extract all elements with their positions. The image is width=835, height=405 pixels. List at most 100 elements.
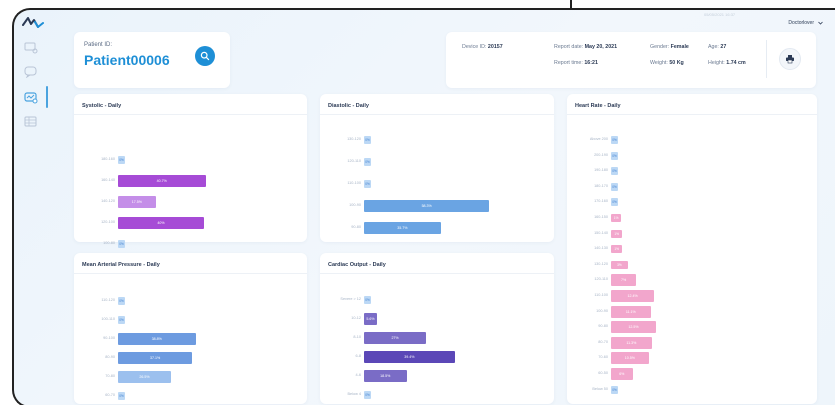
map-bar-value: 38.8% bbox=[151, 337, 162, 341]
map-bar[interactable]: 38.8% bbox=[118, 333, 196, 345]
cardiac-bar[interactable]: 5.6% bbox=[364, 313, 377, 325]
systolic-bar-row: 180-160 0% bbox=[74, 154, 307, 166]
info-divider bbox=[766, 40, 767, 78]
systolic-bar-value: 17.5% bbox=[131, 200, 142, 204]
systolic-bar-label: 120-100 bbox=[101, 220, 115, 224]
patient-info-card: Device ID: 20157 Report date: May 20, 20… bbox=[446, 32, 816, 88]
heart-bar-value: 1% bbox=[613, 216, 619, 220]
map-bar-label: 70-80 bbox=[105, 374, 115, 378]
cardiac-bar-row: 4-6 18.5% bbox=[320, 370, 554, 382]
systolic-chart-title: Systolic - Daily bbox=[82, 103, 122, 109]
cardiac-bar[interactable]: 18.5% bbox=[364, 370, 407, 382]
height: Height: 1.74 cm bbox=[708, 60, 746, 66]
heart-bar-value: 0% bbox=[612, 138, 617, 142]
nav-reports-icon[interactable] bbox=[20, 90, 42, 106]
heart-bar-value: 1% bbox=[614, 247, 619, 252]
cardiac-output-chart-panel: Cardiac Output - Daily Severe > 12 0% 10-1… bbox=[320, 253, 554, 404]
heart-bar-row: 190-180 0% bbox=[567, 165, 817, 177]
panel-separator bbox=[74, 114, 307, 115]
heart-bar-label: 70-60 bbox=[598, 355, 608, 360]
map-bar-label: 80-90 bbox=[105, 355, 115, 359]
map-bar-value: 0% bbox=[119, 299, 124, 303]
heart-bar[interactable]: 12.5% bbox=[611, 321, 656, 334]
heart-bar-label: 200-190 bbox=[594, 152, 608, 157]
cardiac-output-chart-title: Cardiac Output - Daily bbox=[328, 262, 386, 268]
panel-separator bbox=[320, 273, 554, 274]
heart-bar[interactable]: 12.4% bbox=[611, 290, 655, 302]
heart-bar-row: 100-90 11.1% bbox=[567, 305, 817, 318]
systolic-bar[interactable]: 40% bbox=[118, 217, 204, 229]
heart-bar[interactable]: 11.3% bbox=[611, 336, 652, 349]
diastolic-bar[interactable]: 35.7% bbox=[364, 222, 441, 234]
heart-bar-row: 130-120 3% bbox=[567, 259, 817, 271]
print-report-button[interactable] bbox=[779, 48, 801, 70]
cardiac-bar-value: 5.6% bbox=[366, 317, 375, 321]
heart-bar-row: 80-70 11.3% bbox=[567, 336, 817, 349]
cardiac-bar[interactable]: 27% bbox=[364, 332, 427, 344]
heart-bar-value: 0% bbox=[612, 387, 617, 392]
search-icon bbox=[200, 51, 210, 61]
diastolic-bar-label: 130-120 bbox=[347, 137, 361, 141]
nav-table-icon[interactable] bbox=[20, 114, 42, 130]
heart-bar-label: Below 50 bbox=[592, 386, 608, 391]
cardiac-bar-row: 8-10 27% bbox=[320, 332, 554, 344]
heart-bar[interactable]: 11.1% bbox=[611, 305, 651, 318]
heart-bar[interactable]: 7% bbox=[611, 274, 637, 287]
systolic-bar-row: 140-120 17.5% bbox=[74, 196, 307, 208]
user-menu[interactable]: Doctorlover bbox=[788, 20, 823, 26]
map-bar-label: 100-110 bbox=[101, 317, 115, 321]
heart-bar-label: 150-140 bbox=[594, 230, 608, 235]
report-date: Report date: May 20, 2021 bbox=[554, 44, 618, 50]
nav-chat-icon[interactable] bbox=[20, 64, 42, 80]
heart-bar[interactable]: 10.5% bbox=[611, 352, 649, 365]
heart-bar-row: Above 200 0% bbox=[567, 134, 817, 146]
diastolic-bar-label: 100-90 bbox=[349, 203, 361, 207]
heart-bar-row: 170-160 0% bbox=[567, 196, 817, 208]
heart-bar: 1% bbox=[611, 245, 623, 254]
cardiac-bar[interactable]: 39.4% bbox=[364, 351, 455, 363]
systolic-bar[interactable]: 40.7% bbox=[118, 175, 206, 187]
systolic-bar[interactable]: 17.5% bbox=[118, 196, 156, 208]
diastolic-bar[interactable]: 58.3% bbox=[364, 200, 490, 212]
systolic-bar-row: 100-80 0% bbox=[74, 238, 307, 250]
diastolic-bar-row: 100-90 58.3% bbox=[320, 200, 554, 212]
map-bar[interactable]: 37.1% bbox=[118, 352, 193, 364]
diastolic-chart-title: Diastolic - Daily bbox=[328, 103, 369, 109]
heart-bar-value: 11.3% bbox=[626, 340, 637, 345]
print-icon bbox=[786, 55, 794, 64]
nav-monitor-icon[interactable] bbox=[20, 40, 42, 56]
heart-bar-label: 120-110 bbox=[594, 277, 608, 282]
app-window: 05/05/2021 16:37 Doctorlover Patient ID:… bbox=[12, 8, 835, 405]
heart-bar-label: 90-80 bbox=[598, 324, 608, 329]
cardiac-bar-label: 4-6 bbox=[355, 373, 362, 377]
heart-bar-row: 70-60 10.5% bbox=[567, 352, 817, 365]
gender: Gender: Female bbox=[650, 44, 689, 50]
diastolic-bar-label: 120-110 bbox=[347, 159, 361, 163]
heart-bar-value: 0% bbox=[612, 200, 617, 205]
cardiac-bar-value: 39.4% bbox=[404, 355, 415, 359]
heart-bar-value: 0% bbox=[612, 169, 617, 174]
cardiac-bar-row: 10-12 5.6% bbox=[320, 313, 554, 325]
heart-bar-label: 170-160 bbox=[594, 199, 608, 204]
cardiac-bar-label: 6-8 bbox=[355, 354, 362, 358]
patient-id-value: Patient00006 bbox=[84, 52, 170, 68]
diastolic-bar-label: 110-100 bbox=[347, 181, 361, 185]
top-faint-timestamp: 05/05/2021 16:37 bbox=[704, 12, 736, 17]
heart-bar-row: 60-50 6% bbox=[567, 368, 817, 380]
cardiac-bar-label: Severe > 12 bbox=[340, 297, 361, 301]
panel-separator bbox=[320, 114, 554, 115]
cardiac-bar-value: 0% bbox=[365, 393, 370, 397]
map-bar[interactable]: 26.5% bbox=[118, 371, 171, 383]
cardiac-bar: 0% bbox=[364, 391, 371, 399]
search-patient-button[interactable] bbox=[195, 46, 215, 66]
map-bar-value: 37.1% bbox=[149, 356, 161, 360]
map-bar: 0% bbox=[118, 392, 125, 400]
heart-rate-chart-panel: Heart Rate - Daily Above 200 0% 200-190 0% 1… bbox=[567, 94, 817, 404]
map-bar: 0% bbox=[118, 316, 125, 324]
systolic-bar-value: 40% bbox=[157, 221, 165, 225]
heart-bar: 0% bbox=[611, 167, 618, 176]
diastolic-bar-value: 58.3% bbox=[421, 204, 432, 208]
report-time: Report time: 16:21 bbox=[554, 60, 598, 66]
map-chart-title: Mean Arterial Pressure - Daily bbox=[82, 262, 160, 268]
heart-bar[interactable]: 6% bbox=[611, 368, 633, 380]
